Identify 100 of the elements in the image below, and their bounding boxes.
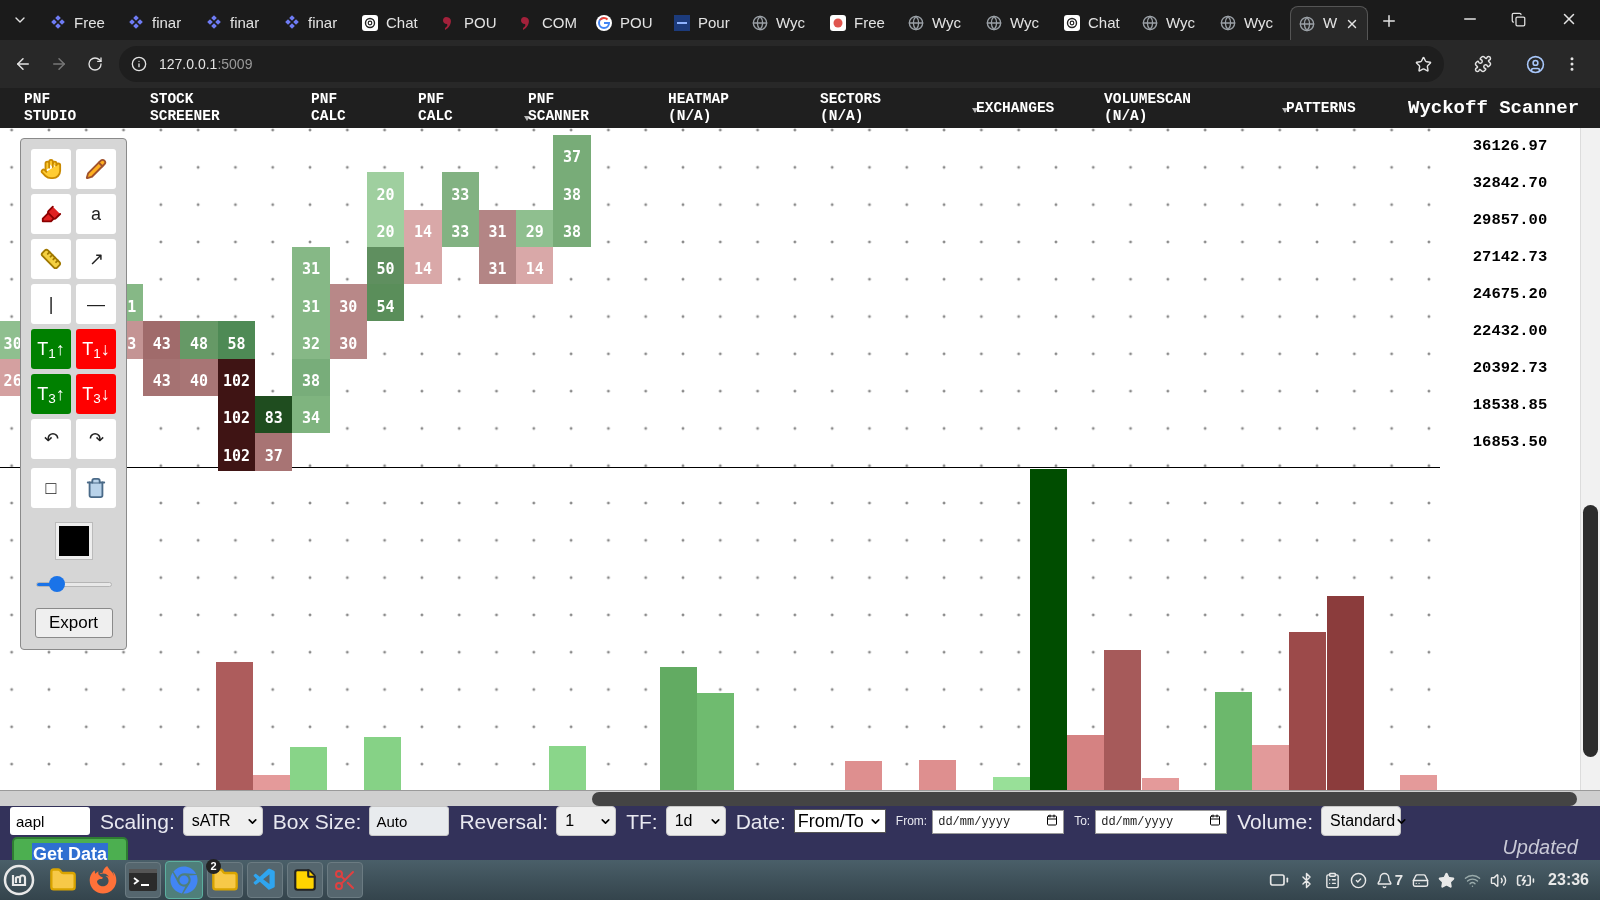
tool-button[interactable]: T$_{1}$↓ [76, 329, 116, 369]
browser-tab[interactable]: Wyc [1134, 6, 1212, 40]
terminal-icon [129, 869, 157, 891]
browser-tab[interactable]: Free [42, 6, 120, 40]
taskbar-app[interactable] [287, 862, 323, 898]
calendar-icon[interactable] [1209, 814, 1222, 826]
browser-tab[interactable]: POU [588, 6, 666, 40]
browser-tab[interactable]: COM [510, 6, 588, 40]
pnf-box: 30 [329, 321, 367, 359]
clock[interactable]: 23:36 [1548, 868, 1589, 892]
pnf-box: 31 [292, 284, 330, 322]
nav-link[interactable]: PNF CALC [311, 91, 346, 125]
calendar-icon[interactable] [1046, 814, 1059, 826]
tool-button[interactable]: T$_{1}$↑ [31, 329, 71, 369]
nav-link[interactable]: VOLUMESCAN (N/A) [1104, 91, 1191, 125]
date-field[interactable]: dd/mm/yyyy [932, 810, 1065, 834]
browser-tab[interactable]: Wyc [744, 6, 822, 40]
get-data-button[interactable]: Get Data [12, 837, 128, 860]
browser-tab[interactable]: Chat [354, 6, 432, 40]
select-field[interactable]: 1 [556, 806, 617, 836]
tool-button[interactable]: | [31, 284, 71, 324]
globe-icon [1220, 15, 1236, 31]
drive-icon[interactable] [1412, 871, 1430, 889]
taskbar-app[interactable]: 2 [207, 862, 243, 898]
google-logo-icon [596, 15, 612, 31]
date-field[interactable]: dd/mm/yyyy [1095, 810, 1228, 834]
tool-button[interactable]: T$_{3}$↑ [31, 374, 71, 414]
input-field[interactable]: Auto [369, 806, 450, 836]
globe-icon [752, 15, 768, 31]
select-field[interactable]: sATR [182, 806, 263, 836]
forward-icon[interactable] [50, 55, 68, 73]
width-slider[interactable] [35, 576, 112, 592]
nav-link[interactable]: PNF SCANNER [528, 91, 589, 125]
tool-button[interactable]: □ [31, 468, 71, 508]
back-icon[interactable] [14, 55, 32, 73]
clipboard-icon[interactable] [1323, 871, 1341, 889]
folder-icon [49, 866, 77, 894]
price-label: 18538.85 [1472, 394, 1548, 416]
tool-button[interactable] [31, 194, 71, 234]
volume-icon[interactable] [1490, 871, 1508, 889]
check-circle-icon[interactable] [1349, 871, 1367, 889]
browser-tab[interactable]: Wyc [1212, 6, 1290, 40]
nav-link[interactable]: SECTORS (N/A) [820, 91, 881, 125]
browser-tab[interactable]: Wyc [978, 6, 1056, 40]
tool-button[interactable]: ↗ [76, 239, 116, 279]
tool-button[interactable]: — [76, 284, 116, 324]
address-field[interactable]: 127.0.0.1:5009 [119, 46, 1444, 82]
pnf-box: 37 [553, 135, 591, 173]
nav-link[interactable]: PNF STUDIO [24, 91, 77, 125]
reload-icon[interactable] [87, 56, 103, 72]
new-tab-icon[interactable] [1380, 12, 1398, 30]
nav-link[interactable]: EXCHANGES [976, 99, 1055, 117]
price-label: 32842.70 [1472, 172, 1548, 194]
extensions-icon[interactable] [1474, 55, 1492, 73]
scrollbar-thumb[interactable] [1583, 505, 1598, 757]
browser-tab[interactable]: finar [198, 6, 276, 40]
globe-icon [986, 15, 1002, 31]
color-swatch[interactable] [54, 522, 93, 560]
profile-icon[interactable] [1526, 54, 1545, 74]
nav-link[interactable]: PNF CALC [418, 91, 453, 125]
field-label: Scaling: [100, 810, 175, 832]
nav-link[interactable]: PATTERNS [1286, 99, 1356, 117]
tool-button[interactable] [76, 149, 116, 189]
symbol-field[interactable]: aapl [10, 807, 90, 835]
browser-tab[interactable]: Chat [1056, 6, 1134, 40]
bookmark-icon[interactable] [1415, 55, 1432, 73]
pnf-box: 20 [366, 172, 405, 210]
hand-icon [40, 158, 62, 180]
app-logo-icon [830, 15, 846, 31]
browser-tab[interactable]: POU [432, 6, 510, 40]
tool-button[interactable]: ↷ [76, 419, 116, 459]
browser-tab[interactable]: finar [276, 6, 354, 40]
pnf-box: 43 [143, 358, 181, 397]
tool-button[interactable] [76, 468, 116, 508]
pnf-box: 38 [553, 209, 591, 247]
pnf-box: 102 [217, 396, 256, 434]
nav-link[interactable]: HEATMAP (N/A) [668, 91, 729, 125]
browser-tab[interactable]: Pour [666, 6, 744, 40]
info-icon[interactable] [131, 56, 147, 72]
scrollbar-thumb[interactable] [592, 791, 1577, 806]
bell-icon[interactable] [1375, 871, 1393, 889]
select-field[interactable]: From/To [793, 809, 886, 833]
browser-tab[interactable]: Wyc [900, 6, 978, 40]
browser-tab[interactable]: finar [120, 6, 198, 40]
restore-icon[interactable] [1511, 12, 1526, 27]
nav-link[interactable]: STOCK SCREENER [150, 91, 220, 125]
pnf-box: 50 [366, 246, 405, 285]
mint-logo-icon[interactable] [3, 864, 35, 896]
pnf-box: 34 [292, 396, 330, 434]
browser-tab[interactable]: Free [822, 6, 900, 40]
browser-tab[interactable]: W [1290, 6, 1368, 40]
tool-button[interactable]: T$_{3}$↓ [76, 374, 116, 414]
star-icon[interactable] [1438, 871, 1456, 889]
tool-button[interactable]: a [76, 194, 116, 234]
select-field[interactable]: 1d [665, 806, 726, 836]
slider-thumb[interactable] [48, 576, 65, 592]
price-label: 16853.50 [1472, 431, 1548, 453]
tool-button[interactable]: ↶ [31, 419, 71, 459]
taskbar-app[interactable] [125, 862, 161, 898]
export-button[interactable]: Export [34, 608, 113, 638]
